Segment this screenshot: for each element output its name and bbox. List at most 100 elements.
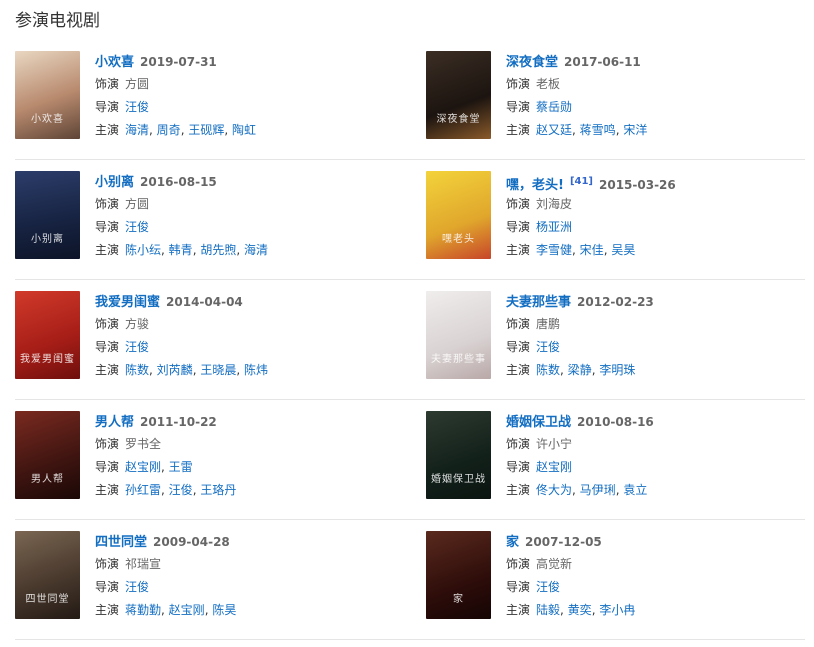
section-title: 参演电视剧 [15, 11, 100, 31]
cast-line: 主演 赵又廷, 蒋雪鸣, 宋洋 [506, 119, 647, 142]
role-line: 饰演 方圆 [95, 193, 268, 216]
person-link[interactable]: 杨亚洲 [536, 220, 572, 234]
role-label: 饰演 [95, 557, 120, 571]
person-link[interactable]: 袁立 [623, 483, 647, 497]
director-line: 导演 汪俊 [506, 336, 654, 359]
person-link[interactable]: 汪俊 [125, 580, 149, 594]
series-name-link[interactable]: 深夜食堂 [506, 55, 558, 70]
person-link[interactable]: 黄奕 [568, 603, 592, 617]
person-link[interactable]: 赵宝刚 [536, 460, 572, 474]
cast-line-label: 主演 [95, 603, 120, 617]
series-card: 夫妻那些事 夫妻那些事 2012-02-23 饰演 唐鹏 导演 汪俊 主演 陈数, 梁静, 李明… [410, 280, 805, 399]
series-poster[interactable]: 我爱男闺蜜 [15, 291, 80, 379]
poster-caption: 婚姻保卫战 [431, 474, 486, 485]
person-link[interactable]: 汪俊 [169, 483, 193, 497]
person-link[interactable]: 赵宝刚 [169, 603, 205, 617]
series-poster[interactable]: 家 [426, 531, 491, 619]
person-link[interactable]: 宋佳 [580, 243, 604, 257]
series-title-line: 四世同堂 2009-04-28 [95, 531, 236, 553]
person-link[interactable]: 赵又廷 [536, 123, 572, 137]
release-date: 2014-04-04 [166, 295, 243, 309]
person-link[interactable]: 孙红雷 [125, 483, 161, 497]
person-link[interactable]: 梁静 [568, 363, 592, 377]
person-link[interactable]: 汪俊 [536, 340, 560, 354]
series-name-link[interactable]: 小别离 [95, 175, 134, 190]
person-link[interactable]: 赵宝刚 [125, 460, 161, 474]
role-name: 罗书全 [125, 437, 162, 451]
role-line: 饰演 唐鹏 [506, 313, 654, 336]
release-date: 2010-08-16 [577, 415, 654, 429]
person-link[interactable]: 周奇 [157, 123, 181, 137]
cast-line-label: 主演 [95, 483, 120, 497]
series-poster[interactable]: 四世同堂 [15, 531, 80, 619]
director-line-label: 导演 [95, 580, 120, 594]
director-line-label: 导演 [506, 340, 531, 354]
series-name-link[interactable]: 我爱男闺蜜 [95, 295, 160, 310]
role-label: 饰演 [506, 197, 531, 211]
series-info: 嘿，老头! [41] 2015-03-26 饰演 刘海皮 导演 杨亚洲 主演 李雪健, 宋佳, … [506, 171, 676, 279]
series-title-line: 小欢喜 2019-07-31 [95, 51, 256, 73]
series-name-link[interactable]: 嘿，老头! [506, 178, 564, 193]
director-line: 导演 汪俊 [95, 576, 236, 599]
poster-caption: 我爱男闺蜜 [20, 354, 75, 365]
series-poster[interactable]: 男人帮 [15, 411, 80, 499]
cast-line-label: 主演 [95, 363, 120, 377]
series-name-link[interactable]: 夫妻那些事 [506, 295, 571, 310]
series-card: 小欢喜 小欢喜 2019-07-31 饰演 方圆 导演 汪俊 主演 海清, 周奇, 王砚辉, 陶… [15, 40, 410, 159]
person-link[interactable]: 陈数 [125, 363, 149, 377]
person-link[interactable]: 陈小纭 [125, 243, 161, 257]
person-link[interactable]: 宋洋 [623, 123, 647, 137]
person-link[interactable]: 李雪健 [536, 243, 572, 257]
person-link[interactable]: 王雷 [169, 460, 193, 474]
person-link[interactable]: 汪俊 [125, 100, 149, 114]
series-poster[interactable]: 深夜食堂 [426, 51, 491, 139]
person-link[interactable]: 韩青 [169, 243, 193, 257]
person-link[interactable]: 汪俊 [125, 340, 149, 354]
role-name: 许小宁 [536, 437, 573, 451]
series-poster[interactable]: 嘿老头 [426, 171, 491, 259]
series-poster[interactable]: 婚姻保卫战 [426, 411, 491, 499]
person-link[interactable]: 马伊琍 [580, 483, 616, 497]
series-poster[interactable]: 小别离 [15, 171, 80, 259]
person-link[interactable]: 陈昊 [212, 603, 236, 617]
series-card: 嘿老头 嘿，老头! [41] 2015-03-26 饰演 刘海皮 导演 杨亚洲 主演 李雪健, 宋… [410, 160, 805, 279]
person-link[interactable]: 汪俊 [125, 220, 149, 234]
person-link[interactable]: 李小冉 [599, 603, 635, 617]
series-name-link[interactable]: 四世同堂 [95, 535, 147, 550]
person-link[interactable]: 蔡岳勋 [536, 100, 572, 114]
person-link[interactable]: 李明珠 [599, 363, 635, 377]
person-link[interactable]: 陶虹 [232, 123, 256, 137]
release-date: 2007-12-05 [525, 535, 602, 549]
person-link[interactable]: 海清 [125, 123, 149, 137]
poster-caption: 家 [453, 594, 464, 605]
person-link[interactable]: 蒋勤勤 [125, 603, 161, 617]
separator: , [149, 363, 157, 377]
series-row: 我爱男闺蜜 我爱男闺蜜 2014-04-04 饰演 方骏 导演 汪俊 主演 陈数, 刘芮麟, 王… [15, 280, 805, 400]
series-name-link[interactable]: 家 [506, 535, 519, 550]
director-line: 导演 杨亚洲 [506, 216, 676, 239]
role-name: 方骏 [125, 317, 150, 331]
cast-line: 主演 陈数, 梁静, 李明珠 [506, 359, 654, 382]
person-link[interactable]: 佟大为 [536, 483, 572, 497]
person-link[interactable]: 王珞丹 [200, 483, 236, 497]
series-title-line: 我爱男闺蜜 2014-04-04 [95, 291, 268, 313]
series-name-link[interactable]: 小欢喜 [95, 55, 134, 70]
series-name-link[interactable]: 婚姻保卫战 [506, 415, 571, 430]
person-link[interactable]: 王砚辉 [188, 123, 224, 137]
person-link[interactable]: 胡先煦 [200, 243, 236, 257]
reference-link[interactable]: [41] [570, 176, 593, 187]
person-link[interactable]: 蒋雪鸣 [580, 123, 616, 137]
person-link[interactable]: 陆毅 [536, 603, 560, 617]
person-link[interactable]: 汪俊 [536, 580, 560, 594]
series-poster[interactable]: 夫妻那些事 [426, 291, 491, 379]
release-date: 2016-08-15 [140, 175, 217, 189]
person-link[interactable]: 海清 [244, 243, 268, 257]
person-link[interactable]: 吴昊 [611, 243, 635, 257]
person-link[interactable]: 陈炜 [244, 363, 268, 377]
person-link[interactable]: 刘芮麟 [157, 363, 193, 377]
person-link[interactable]: 陈数 [536, 363, 560, 377]
series-poster[interactable]: 小欢喜 [15, 51, 80, 139]
person-link[interactable]: 王晓晨 [200, 363, 236, 377]
series-name-link[interactable]: 男人帮 [95, 415, 134, 430]
release-date: 2011-10-22 [140, 415, 217, 429]
